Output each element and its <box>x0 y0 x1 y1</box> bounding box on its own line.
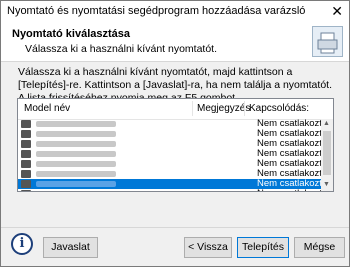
column-separator <box>192 101 193 116</box>
wizard-printer-icon <box>312 26 343 57</box>
printer-icon <box>21 120 31 128</box>
back-button[interactable]: < Vissza <box>184 237 232 258</box>
printer-icon <box>21 150 31 158</box>
column-comment[interactable]: Megjegyzés <box>197 103 250 114</box>
column-connection[interactable]: Kapcsolódás: <box>249 103 309 114</box>
model-name-redacted <box>36 191 116 192</box>
info-icon: i <box>11 233 33 255</box>
printer-icon <box>21 160 31 168</box>
printer-icon <box>21 170 31 178</box>
column-model-name[interactable]: Model név <box>24 103 70 114</box>
wizard-window: Nyomtató és nyomtatási segédprogram hozz… <box>0 0 350 267</box>
suggest-button[interactable]: Javaslat <box>43 237 98 258</box>
cancel-button[interactable]: Mégse <box>294 237 345 258</box>
printer-icon <box>21 180 31 188</box>
model-name-redacted <box>36 171 116 177</box>
window-title: Nyomtató és nyomtatási segédprogram hozz… <box>7 5 306 17</box>
printer-icon <box>21 140 31 148</box>
scroll-down-icon[interactable]: ▼ <box>323 181 330 188</box>
title-bar: Nyomtató és nyomtatási segédprogram hozz… <box>1 1 349 23</box>
connection-status: Nem csatlakoztat <box>257 189 330 192</box>
model-name-redacted <box>36 121 116 127</box>
printer-icon <box>21 190 31 191</box>
printer-list[interactable]: Model név Megjegyzés Kapcsolódás: Nem cs… <box>17 98 334 192</box>
list-header: Model név Megjegyzés Kapcsolódás: <box>18 99 333 120</box>
wizard-header: Nyomtató kiválasztása Válassza ki a hasz… <box>1 23 349 62</box>
install-button[interactable]: Telepítés <box>237 237 289 258</box>
model-name-redacted <box>36 161 116 167</box>
scroll-up-icon[interactable]: ▲ <box>323 120 330 127</box>
printer-icon <box>21 130 31 138</box>
list-scrollbar[interactable]: ▲ ▼ <box>321 119 333 191</box>
footer-divider <box>1 227 349 228</box>
page-title: Nyomtató kiválasztása <box>12 28 130 40</box>
list-item[interactable]: Nem csatlakoztat <box>18 189 330 192</box>
model-name-redacted <box>36 151 116 157</box>
page-subtitle: Válassza ki a használni kívánt nyomtatót… <box>25 43 218 55</box>
model-name-redacted <box>36 141 116 147</box>
column-separator <box>244 101 245 116</box>
model-name-redacted <box>36 131 116 137</box>
close-icon[interactable]: ✕ <box>331 3 343 20</box>
model-name-redacted <box>36 181 116 187</box>
list-rows: Nem csatlakoztat Nem csatlakoztat Nem csat… <box>18 119 330 192</box>
scrollbar-thumb[interactable] <box>323 131 331 175</box>
